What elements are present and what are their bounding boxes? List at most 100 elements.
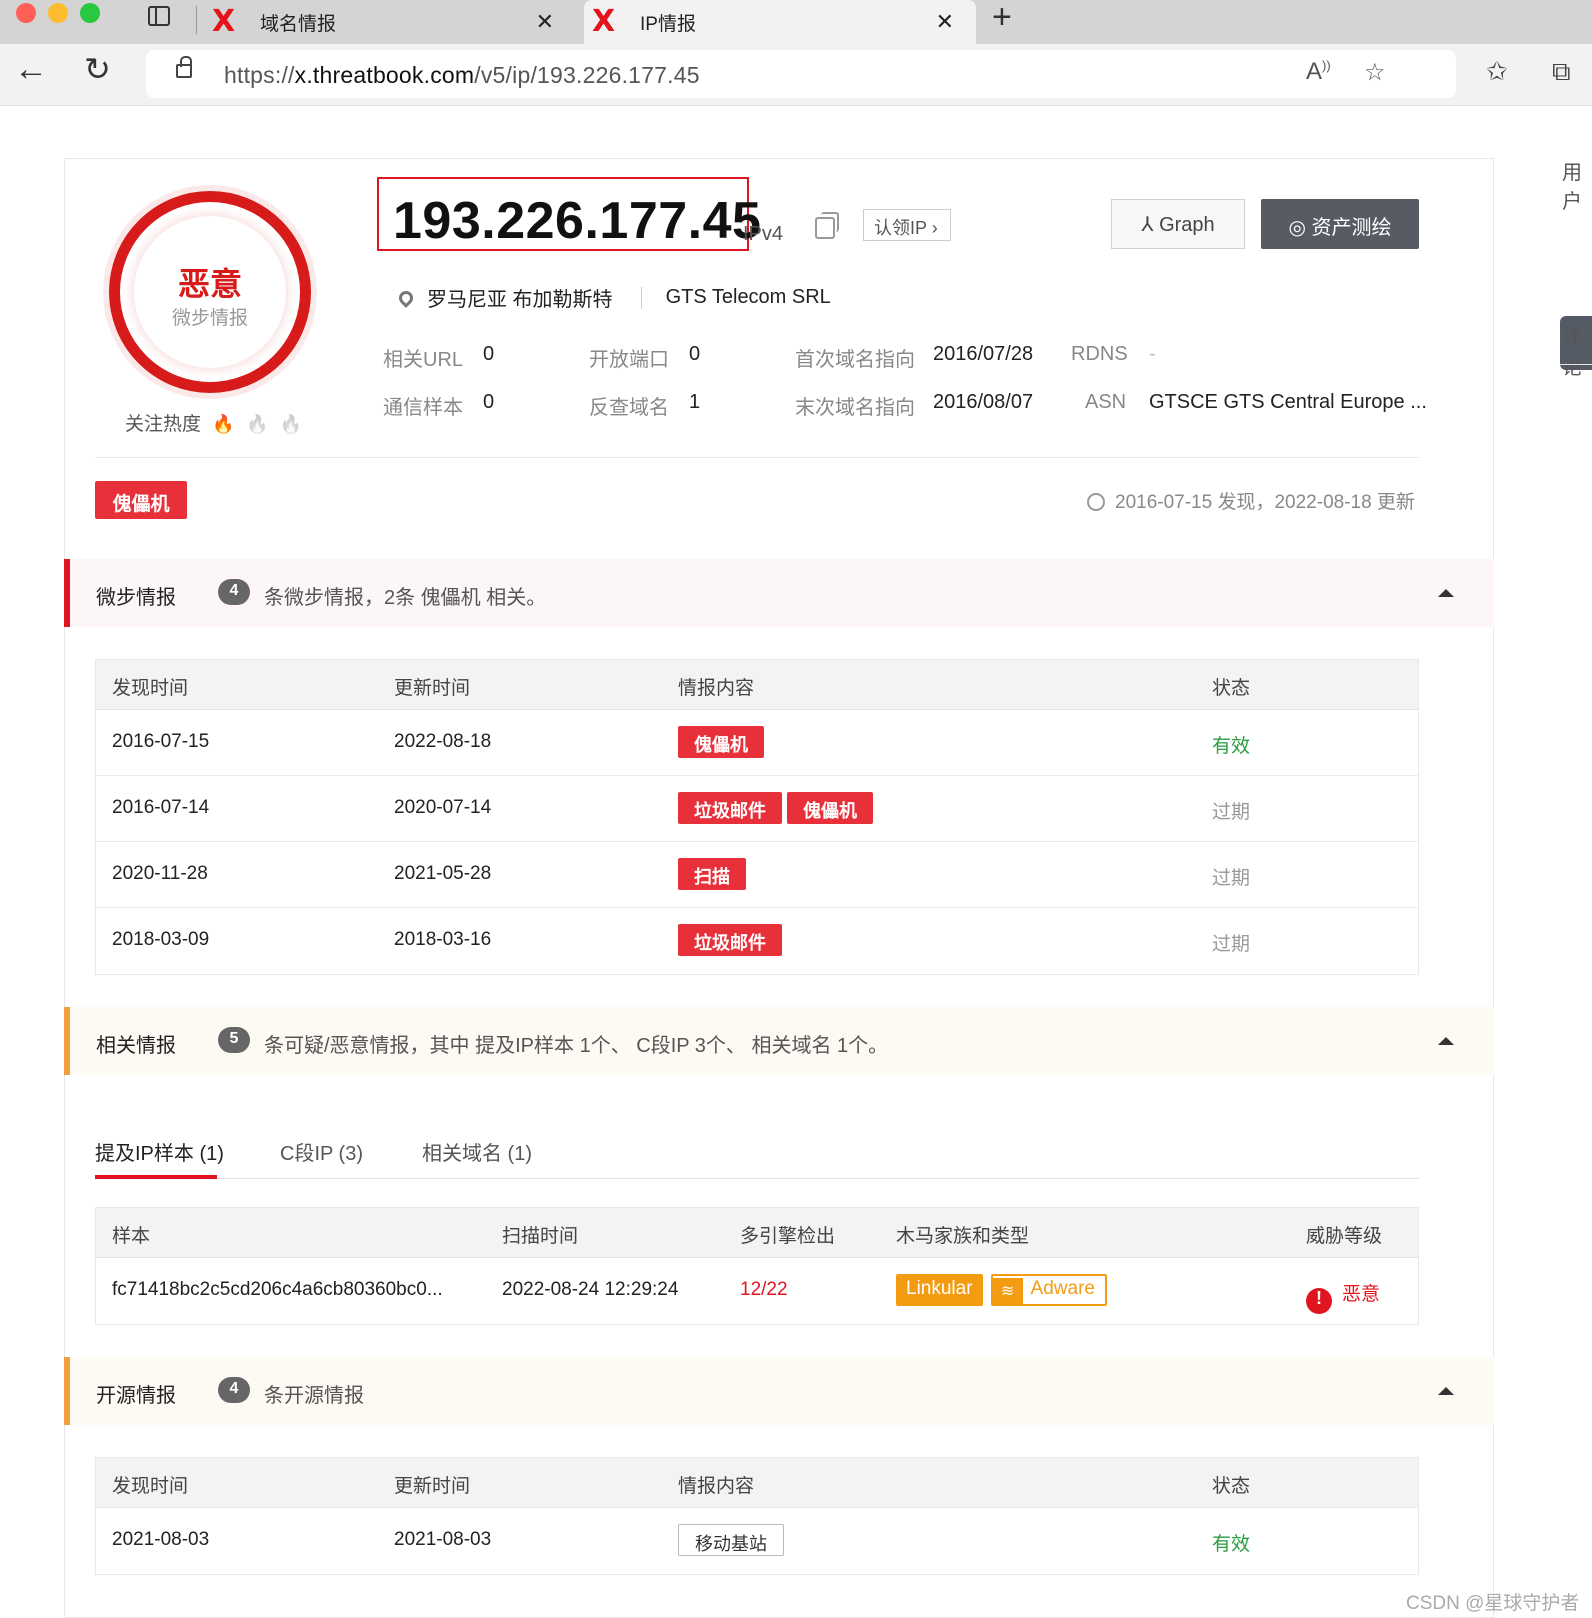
tab-title: 域名情报 [260, 13, 337, 35]
favorites-icon[interactable]: ✩ [1486, 56, 1508, 87]
stat-value[interactable]: 0 [483, 343, 494, 366]
column-header: 情报内容 [678, 1476, 755, 1497]
column-header: 多引擎检出 [740, 1226, 836, 1247]
table-header: 发现时间 更新时间 情报内容 状态 [96, 660, 1418, 710]
stat-value[interactable]: 0 [483, 391, 494, 414]
new-tab-icon[interactable]: + [992, 0, 1012, 34]
reload-icon[interactable]: ↻ [84, 50, 111, 88]
open-intel-table: 发现时间 更新时间 情报内容 状态 2021-08-03 2021-08-03 … [95, 1457, 1419, 1575]
threatbook-logo-icon: X [212, 4, 236, 39]
right-panel-label-comment: 评论 [1562, 328, 1582, 379]
stat-value: 2016/07/28 [933, 343, 1034, 365]
found-time: 2020-11-28 [112, 863, 208, 884]
column-header: 更新时间 [394, 1476, 471, 1497]
url-host: x.threatbook.com [294, 62, 475, 88]
sample-hash-link[interactable]: fc71418bc2c5cd206c4a6cb80360bc0... [112, 1279, 443, 1301]
count-badge: 4 [218, 1377, 250, 1403]
intel-tags: 垃圾邮件 傀儡机 [678, 792, 878, 824]
add-favorite-icon[interactable]: ☆ [1364, 58, 1386, 87]
tab-domain-intel[interactable]: X 域名情报 ✕ [204, 0, 576, 44]
stat-rdns: RDNS - [1071, 343, 1156, 366]
window-minimize-button[interactable] [48, 3, 68, 23]
updated-time: 2018-03-16 [394, 929, 492, 950]
section-related-intel[interactable]: 相关情报 5 条可疑/恶意情报，其中 提及IP样本 1个、 C段IP 3个、 相… [64, 1007, 1494, 1075]
count-badge: 5 [218, 1027, 250, 1053]
subtab-ip-samples[interactable]: 提及IP样本 (1) [95, 1137, 224, 1166]
intel-tag[interactable]: 傀儡机 [787, 792, 873, 824]
stat-asn: ASN GTSCE GTS Central Europe ... [1085, 391, 1427, 414]
back-arrow-icon[interactable]: ← [14, 50, 48, 89]
threatbook-intel-table: 发现时间 更新时间 情报内容 状态 2016-07-15 2022-08-18 … [95, 659, 1419, 975]
section-open-source-intel[interactable]: 开源情报 4 条开源情报 [64, 1357, 1494, 1425]
discover-text: 2016-07-15 发现，2022-08-18 更新 [1115, 492, 1415, 513]
stat-value[interactable]: 1 [689, 391, 700, 414]
page-body: 用户 评论 恶意 微步情报 关注热度 🔥 🔥 🔥 193.226.177.45 … [0, 106, 1592, 1618]
intel-tag[interactable]: 傀儡机 [678, 726, 764, 758]
isp-text: GTS Telecom SRL [665, 286, 831, 308]
found-time: 2016-07-15 [112, 731, 210, 752]
updated-time: 2021-05-28 [394, 863, 492, 884]
stat-related-url: 相关URL 0 [383, 343, 494, 372]
tag-badge[interactable]: 傀儡机 [95, 481, 187, 519]
read-aloud-icon[interactable]: A)) [1306, 58, 1331, 86]
section-threatbook-intel[interactable]: 微步情报 4 条微步情报，2条 傀儡机 相关。 [64, 559, 1494, 627]
column-header: 发现时间 [112, 678, 189, 699]
tab-actions-icon[interactable] [148, 6, 170, 26]
table-header: 样本 扫描时间 多引擎检出 木马家族和类型 威胁等级 [96, 1208, 1418, 1258]
intel-tag[interactable]: 垃圾邮件 [678, 792, 782, 824]
intel-content: 移动基站 [678, 1524, 784, 1556]
stat-reverse-domains: 反查域名 1 [589, 391, 700, 420]
right-panel-divider [1560, 364, 1592, 365]
stat-key: 开放端口 [589, 349, 669, 371]
column-header: 状态 [1212, 678, 1251, 699]
address-bar[interactable]: https://x.threatbook.com/v5/ip/193.226.1… [146, 50, 1456, 98]
ip-address: 193.226.177.45 [393, 192, 762, 250]
type-badge[interactable]: ≋ Adware [990, 1274, 1107, 1306]
section-title: 开源情报 [96, 1385, 176, 1407]
window-zoom-button[interactable] [80, 3, 100, 23]
asset-mapping-button[interactable]: ◎ 资产测绘 [1261, 199, 1419, 249]
stat-key: 反查域名 [589, 397, 669, 419]
copy-icon[interactable] [815, 212, 839, 239]
column-header: 扫描时间 [502, 1226, 579, 1247]
updated-time: 2020-07-14 [394, 797, 492, 818]
column-header: 威胁等级 [1306, 1226, 1383, 1247]
stat-key: 相关URL [383, 349, 464, 371]
intel-tag[interactable]: 扫描 [678, 858, 746, 890]
table-row: 2020-11-28 2021-05-28 扫描 过期 [96, 842, 1418, 908]
collapse-caret-icon[interactable] [1438, 1037, 1454, 1045]
discover-update-time: 2016-07-15 发现，2022-08-18 更新 [1087, 487, 1415, 514]
updated-time: 2021-08-03 [394, 1529, 492, 1550]
stat-value: 2016/08/07 [933, 391, 1034, 413]
subtab-related-domains[interactable]: 相关域名 (1) [422, 1137, 532, 1166]
claim-ip-label: 认领IP [874, 218, 927, 238]
status-text: 有效 [1212, 736, 1251, 757]
collections-icon[interactable]: ⧉ [1552, 56, 1571, 88]
updated-time: 2022-08-18 [394, 731, 492, 752]
intel-tag[interactable]: 移动基站 [678, 1524, 784, 1556]
claim-ip-button[interactable]: 认领IP › [863, 209, 951, 241]
graph-icon: ⅄ [1141, 214, 1154, 236]
watermark: CSDN @星球守护者 [1406, 1593, 1580, 1614]
type-label: Adware [1030, 1278, 1095, 1299]
tab-ip-intel[interactable]: X IP情报 ✕ [584, 0, 976, 44]
url-text[interactable]: https://x.threatbook.com/v5/ip/193.226.1… [224, 62, 700, 89]
collapse-caret-icon[interactable] [1438, 589, 1454, 597]
section-desc: 条可疑/恶意情报，其中 提及IP样本 1个、 C段IP 3个、 相关域名 1个。 [264, 1035, 889, 1057]
collapse-caret-icon[interactable] [1438, 1387, 1454, 1395]
section-desc: 条开源情报 [264, 1385, 364, 1407]
tab-title: IP情报 [640, 13, 696, 35]
stat-last-domain: 末次域名指向 2016/08/07 [795, 391, 1033, 420]
found-time: 2018-03-09 [112, 929, 210, 950]
column-header: 木马家族和类型 [896, 1226, 1030, 1247]
close-icon[interactable]: ✕ [536, 9, 554, 35]
subtab-c-segment-ip[interactable]: C段IP (3) [280, 1137, 363, 1166]
graph-button[interactable]: ⅄ Graph [1111, 199, 1245, 249]
stat-value[interactable]: 0 [689, 343, 700, 366]
lock-icon [176, 56, 192, 78]
stat-value: - [1149, 343, 1156, 365]
close-icon[interactable]: ✕ [936, 9, 954, 35]
family-badge[interactable]: Linkular [896, 1274, 983, 1306]
intel-tag[interactable]: 垃圾邮件 [678, 924, 782, 956]
window-close-button[interactable] [16, 3, 36, 23]
